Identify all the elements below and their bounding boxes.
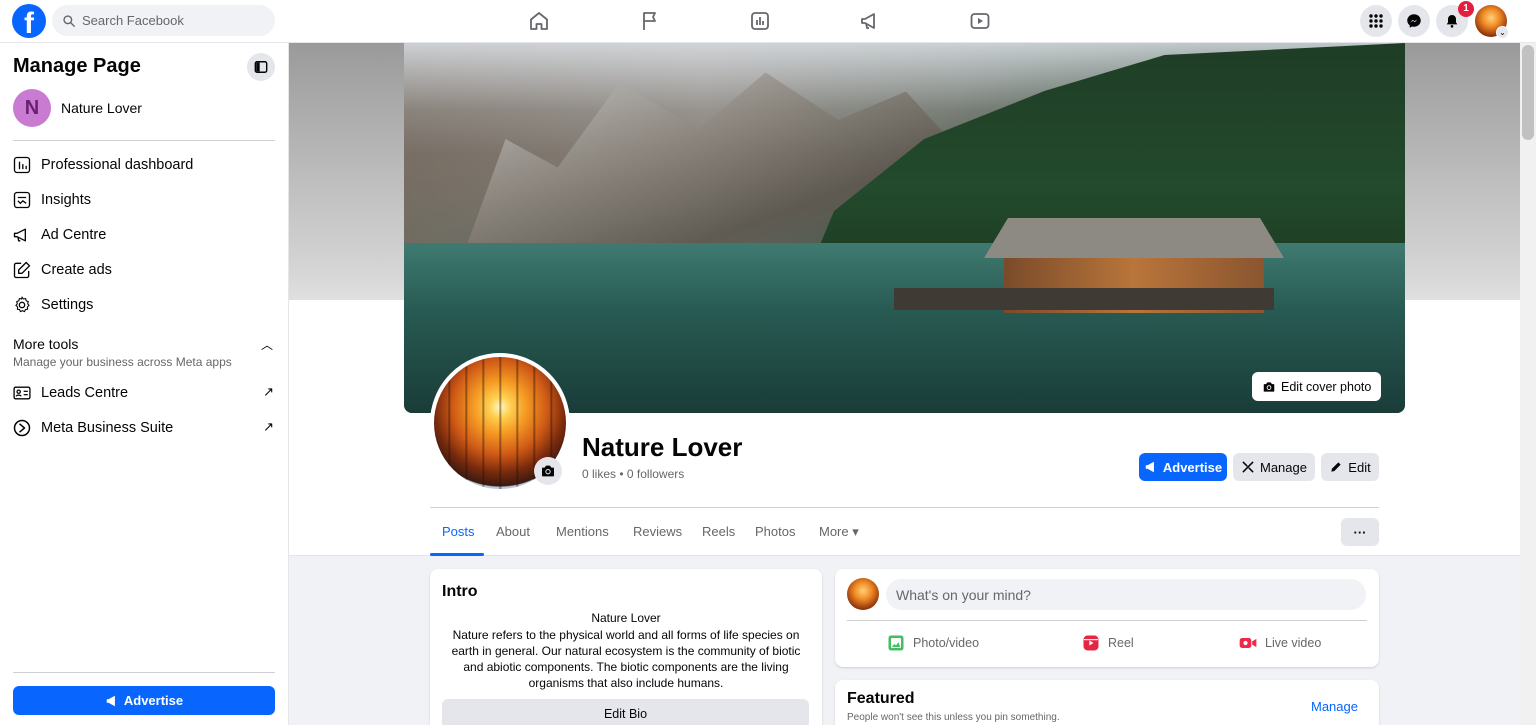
flag-icon[interactable] [638, 9, 662, 33]
insights-icon [13, 191, 31, 209]
more-options-button[interactable]: ··· [1341, 518, 1379, 546]
sidebar-item-meta-business-suite[interactable]: Meta Business Suite ↗ [12, 413, 278, 443]
search-input[interactable] [82, 13, 262, 28]
edit-icon [13, 261, 31, 279]
tab-more[interactable]: More ▾ [819, 524, 859, 540]
advertise-button[interactable]: Advertise [1139, 453, 1227, 481]
meta-suite-icon [13, 419, 31, 437]
edit-bio-button[interactable]: Edit Bio [442, 699, 809, 725]
search-icon [63, 14, 75, 27]
chevron-down-icon: ⌄ [1496, 26, 1509, 39]
bell-icon [1446, 15, 1458, 28]
active-tab-indicator [430, 553, 484, 556]
sidebar-advertise-button[interactable]: Advertise [13, 686, 275, 715]
divider [13, 140, 275, 141]
update-profile-picture-button[interactable] [534, 457, 562, 485]
dashboard-icon [13, 156, 31, 174]
sidebar-item-ad-centre[interactable]: Ad Centre [12, 220, 278, 250]
more-tools-subtitle: Manage your business across Meta apps [13, 355, 232, 369]
sidebar-item-professional-dashboard[interactable]: Professional dashboard [12, 150, 278, 180]
tab-reels[interactable]: Reels [702, 524, 735, 539]
sidebar-page-switcher[interactable]: N Nature Lover [13, 89, 142, 127]
edit-cover-photo-button[interactable]: Edit cover photo [1252, 372, 1382, 401]
sidebar-item-insights[interactable]: Insights [12, 185, 278, 215]
grid-menu-icon [1369, 14, 1383, 28]
sidebar-item-settings[interactable]: Settings [12, 290, 278, 320]
sidebar-item-leads-centre[interactable]: Leads Centre ↗ [12, 378, 278, 408]
tab-about[interactable]: About [496, 524, 530, 539]
megaphone-icon[interactable] [858, 9, 882, 33]
page-avatar: N [13, 89, 51, 127]
featured-card: Featured People won't see this unless yo… [835, 680, 1379, 725]
more-tools-title: More tools [13, 336, 79, 352]
notifications-button[interactable]: 1 [1436, 1, 1474, 37]
tab-photos[interactable]: Photos [755, 524, 795, 539]
sidebar-item-create-ads[interactable]: Create ads [12, 255, 278, 285]
scrollbar-thumb[interactable] [1522, 45, 1534, 140]
whats-on-your-mind-input[interactable] [886, 579, 1366, 610]
tab-mentions[interactable]: Mentions [556, 524, 609, 539]
sidebar-toggle-icon [254, 61, 268, 73]
video-icon[interactable] [968, 9, 992, 33]
megaphone-icon [13, 228, 27, 242]
edit-page-button[interactable]: Edit [1321, 453, 1379, 481]
featured-manage-link[interactable]: Manage [1311, 699, 1358, 714]
id-card-icon [13, 386, 31, 400]
intro-title: Intro [442, 583, 478, 600]
featured-title: Featured [847, 690, 915, 707]
external-link-icon: ↗ [263, 419, 274, 434]
live-video-button[interactable]: Live video [1238, 631, 1321, 655]
facebook-logo[interactable]: f [12, 4, 46, 38]
live-video-icon [1239, 638, 1257, 648]
chevron-up-icon[interactable]: ︿ [261, 336, 273, 353]
menu-button[interactable] [1360, 5, 1392, 37]
external-link-icon: ↗ [263, 384, 274, 399]
divider [430, 507, 1379, 508]
intro-bio: Nature refers to the physical world and … [451, 628, 801, 690]
home-icon[interactable] [527, 9, 551, 33]
collapse-sidebar-button[interactable] [247, 53, 275, 81]
manage-page-sidebar: Manage Page N Nature Lover Professional … [0, 43, 289, 725]
sidebar-page-name: Nature Lover [61, 100, 142, 116]
reel-icon [1083, 635, 1099, 651]
camera-icon [1263, 381, 1275, 392]
page-stats[interactable]: 0 likes • 0 followers [582, 467, 684, 481]
cover-cabin [894, 218, 1294, 328]
tab-reviews[interactable]: Reviews [633, 524, 682, 539]
reel-button[interactable]: Reel [1081, 631, 1134, 655]
search-box[interactable] [52, 5, 275, 36]
sidebar-title: Manage Page [13, 55, 141, 77]
intro-card: Intro Nature Lover Nature refers to the … [430, 569, 822, 725]
page-scrollbar[interactable] [1520, 0, 1536, 725]
megaphone-icon [106, 695, 115, 706]
camera-icon [542, 465, 554, 477]
gear-icon [15, 296, 30, 313]
photo-video-button[interactable]: Photo/video [886, 631, 979, 655]
account-avatar[interactable]: ⌄ [1475, 5, 1509, 39]
top-navigation-bar: f 1 ⌄ [0, 0, 1536, 43]
photo-icon [888, 635, 904, 651]
tools-icon [1242, 461, 1254, 473]
messenger-icon [1407, 14, 1421, 28]
pencil-icon [1331, 462, 1341, 472]
notification-badge: 1 [1458, 1, 1474, 17]
post-composer: Photo/video Reel Live video [835, 569, 1379, 667]
chart-icon[interactable] [748, 9, 772, 33]
manage-button[interactable]: Manage [1233, 453, 1315, 481]
ellipsis-icon: ··· [1353, 524, 1367, 540]
messenger-button[interactable] [1398, 5, 1430, 37]
megaphone-icon [1145, 461, 1154, 473]
featured-subtitle: People won't see this unless you pin som… [847, 712, 1060, 723]
divider [13, 672, 275, 673]
avatar[interactable] [847, 578, 879, 610]
tab-posts[interactable]: Posts [442, 524, 475, 539]
more-tools-section[interactable]: More tools Manage your business across M… [13, 336, 275, 369]
divider [847, 620, 1367, 621]
intro-name: Nature Lover [591, 611, 661, 625]
page-title: Nature Lover [582, 432, 743, 462]
